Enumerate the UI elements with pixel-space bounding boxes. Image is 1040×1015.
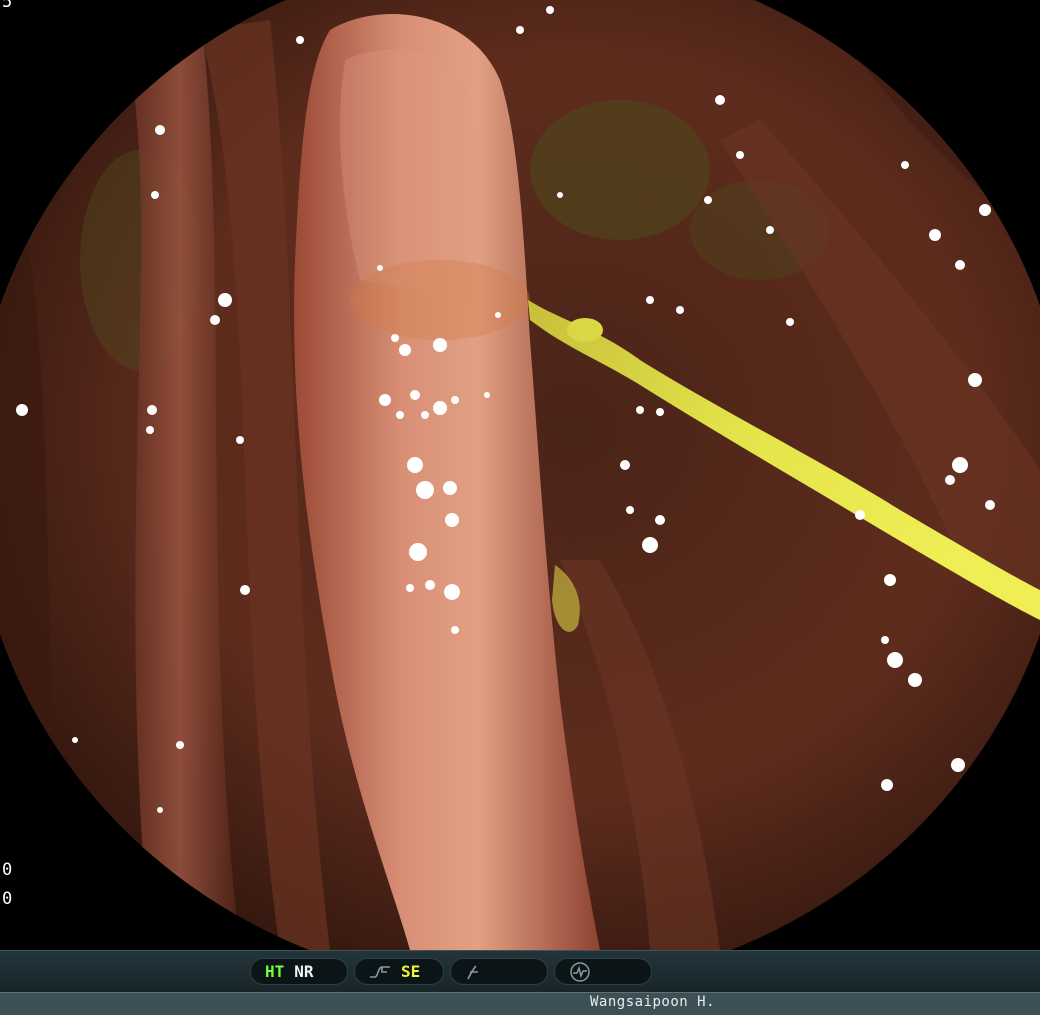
mucosa-field — [0, 0, 1040, 950]
waveform-indicator — [554, 958, 652, 985]
se-label: SE — [401, 962, 421, 981]
structure-enhance-indicator — [450, 958, 548, 985]
endoscopy-image — [0, 0, 1040, 950]
corner-indicator-lower-1: 0 — [2, 860, 13, 880]
info-bar: Wangsaipoon H. — [0, 992, 1040, 1015]
waveform-icon — [569, 961, 591, 983]
endoscopic-view: 5 0 0 — [0, 0, 1040, 950]
corner-indicator-lower-2: 0 — [2, 889, 13, 909]
corner-indicator-top: 5 — [2, 0, 13, 12]
structure-enhance-icon — [465, 963, 483, 981]
tone-curve-icon — [369, 964, 391, 980]
nr-label: NR — [294, 962, 314, 981]
operator-name: Wangsaipoon H. — [590, 994, 716, 1010]
status-bar: HT NR SE — [0, 950, 1040, 993]
ht-nr-indicator: HT NR — [250, 958, 348, 985]
se-indicator: SE — [354, 958, 444, 985]
ht-label: HT — [265, 962, 285, 981]
